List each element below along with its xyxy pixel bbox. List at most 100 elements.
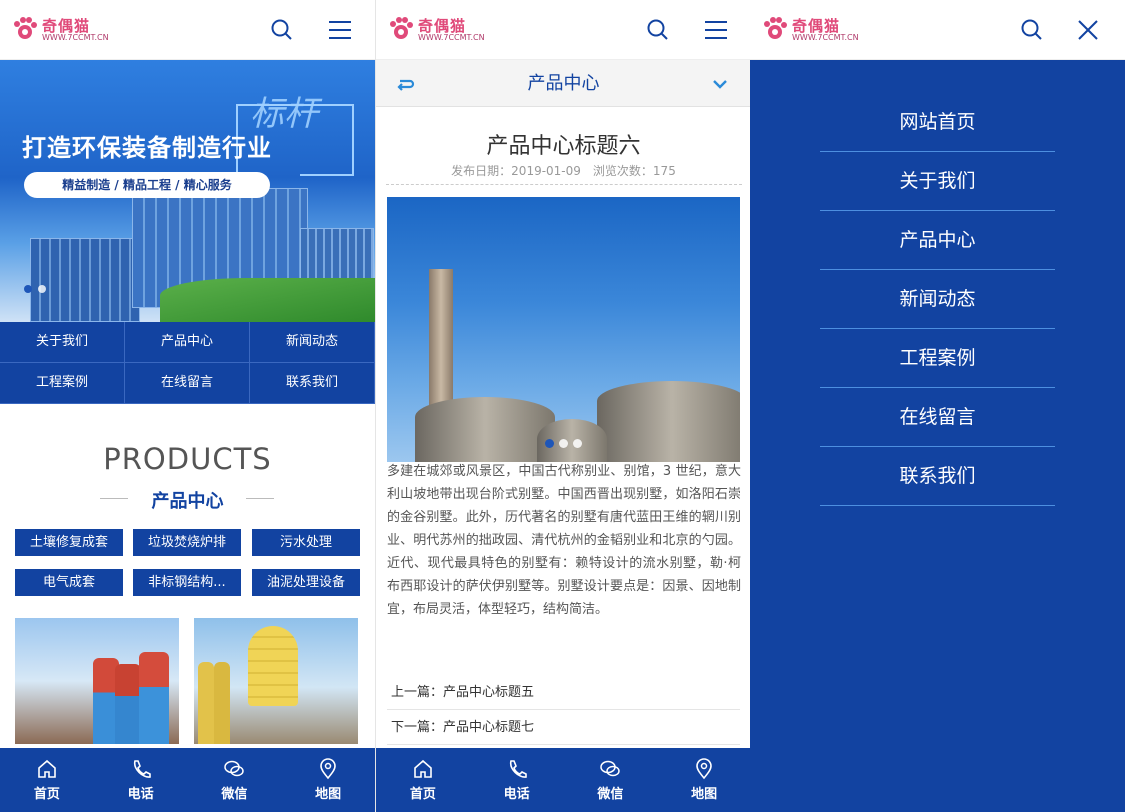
hamburger-icon: [329, 21, 351, 39]
menu-item-cases[interactable]: 工程案例: [820, 329, 1055, 388]
section-title-en: PRODUCTS: [103, 442, 272, 476]
product-thumbnail[interactable]: [15, 618, 179, 744]
search-icon: [1021, 19, 1042, 40]
phone-icon: [509, 760, 527, 778]
menu-item-home[interactable]: 网站首页: [820, 93, 1055, 152]
silo-image: [248, 626, 298, 706]
tank-image: [139, 652, 169, 744]
wechat-icon: [224, 760, 245, 777]
bottom-nav-phone[interactable]: 电话: [470, 748, 564, 812]
search-icon: [271, 19, 292, 40]
prev-article-link[interactable]: 上一篇：产品中心标题五: [387, 675, 740, 710]
search-icon: [647, 19, 668, 40]
bottom-nav-label: 电话: [127, 787, 154, 802]
bottom-nav-label: 地图: [691, 787, 718, 802]
home-icon: [414, 759, 432, 778]
logo-subtext: WWW.7CCMT.CN: [418, 33, 485, 42]
bottom-nav-phone[interactable]: 电话: [94, 748, 188, 812]
nav-about[interactable]: 关于我们: [0, 322, 125, 363]
menu-item-products[interactable]: 产品中心: [820, 211, 1055, 270]
logo[interactable]: 奇偶猫 WWW.7CCMT.CN: [762, 15, 859, 45]
search-button[interactable]: [268, 16, 296, 44]
product-detail-screen: 奇偶猫 WWW.7CCMT.CN 产品中心 产品中心标题六 发布日期：2019-…: [375, 0, 750, 812]
bottom-nav-map[interactable]: 地图: [281, 748, 375, 812]
paw-logo-icon: [764, 17, 787, 39]
menu-item-contact[interactable]: 联系我们: [820, 447, 1055, 506]
bottom-nav-label: 首页: [33, 787, 60, 802]
article-image[interactable]: [387, 197, 740, 462]
sub-header-title: 产品中心: [527, 73, 600, 94]
tank-image: [115, 664, 141, 744]
bottom-nav-map[interactable]: 地图: [657, 748, 750, 812]
bottom-nav-wechat[interactable]: 微信: [564, 748, 658, 812]
category-button[interactable]: 非标钢结构...: [133, 569, 241, 596]
carousel-dots: [545, 433, 587, 452]
menu-button[interactable]: [326, 16, 354, 44]
lawn-image: [160, 278, 375, 322]
nav-message[interactable]: 在线留言: [125, 363, 250, 404]
silo-image: [597, 381, 740, 462]
product-thumbnail[interactable]: [194, 618, 358, 744]
search-button[interactable]: [644, 16, 672, 44]
home-icon: [38, 759, 56, 778]
bottom-nav-label: 微信: [221, 787, 248, 802]
banner-headline: 打造环保装备制造行业: [22, 134, 272, 162]
banner-tagline: 精益制造 / 精品工程 / 精心服务: [24, 172, 270, 198]
category-button[interactable]: 油泥处理设备: [252, 569, 360, 596]
bottom-nav-label: 首页: [409, 787, 436, 802]
bottom-nav: 首页 电话 微信 地图: [376, 748, 750, 812]
nav-news[interactable]: 新闻动态: [250, 322, 375, 363]
next-article-link[interactable]: 下一篇：产品中心标题七: [387, 710, 740, 745]
category-button[interactable]: 污水处理: [252, 529, 360, 556]
logo[interactable]: 奇偶猫 WWW.7CCMT.CN: [388, 15, 485, 45]
nav-contact[interactable]: 联系我们: [250, 363, 375, 404]
logo-subtext: WWW.7CCMT.CN: [792, 33, 859, 42]
phone-icon: [133, 760, 151, 778]
carousel-dot[interactable]: [38, 285, 46, 293]
carousel-dot[interactable]: [24, 285, 32, 293]
hero-banner[interactable]: 标杆 打造环保装备制造行业 精益制造 / 精品工程 / 精心服务: [0, 60, 375, 322]
logo[interactable]: 奇偶猫 WWW.7CCMT.CN: [12, 15, 109, 45]
map-pin-icon: [320, 758, 336, 780]
bottom-nav: 首页 电话 微信 地图: [0, 748, 375, 812]
carousel-dot[interactable]: [545, 439, 554, 448]
side-menu: 网站首页 关于我们 产品中心 新闻动态 工程案例 在线留言 联系我们: [820, 93, 1055, 506]
bottom-nav-wechat[interactable]: 微信: [188, 748, 282, 812]
category-button[interactable]: 电气成套: [15, 569, 123, 596]
carousel-dots: [24, 278, 52, 297]
bottom-nav-label: 地图: [315, 787, 342, 802]
search-button[interactable]: [1018, 16, 1046, 44]
close-icon[interactable]: [1074, 16, 1102, 44]
bottom-nav-home[interactable]: 首页: [376, 748, 470, 812]
category-button[interactable]: 垃圾焚烧炉排: [133, 529, 241, 556]
carousel-dot[interactable]: [573, 439, 582, 448]
menu-item-news[interactable]: 新闻动态: [820, 270, 1055, 329]
article-title: 产品中心标题六: [486, 134, 641, 159]
publish-date: 发布日期：2019-01-09: [451, 164, 581, 178]
paw-logo-icon: [14, 17, 37, 39]
chevron-down-icon[interactable]: [710, 74, 730, 94]
side-menu-screen: 奇偶猫 WWW.7CCMT.CN 网站首页 关于我们 产品中心 新闻动态 工程案…: [750, 0, 1125, 812]
wechat-icon: [600, 760, 621, 777]
menu-item-about[interactable]: 关于我们: [820, 152, 1055, 211]
home-screen: 奇偶猫 WWW.7CCMT.CN 标杆 打造环保装备制造行业 精益制造 / 精品…: [0, 0, 375, 812]
carousel-dot[interactable]: [559, 439, 568, 448]
menu-item-message[interactable]: 在线留言: [820, 388, 1055, 447]
section-title-cn: 产品中心: [0, 487, 375, 513]
silo-image: [198, 662, 214, 744]
bottom-nav-home[interactable]: 首页: [0, 748, 94, 812]
divider: [386, 184, 742, 185]
map-pin-icon: [696, 758, 712, 780]
logo-subtext: WWW.7CCMT.CN: [42, 33, 109, 42]
bottom-nav-label: 电话: [503, 787, 530, 802]
silo-image: [415, 397, 555, 462]
menu-button[interactable]: [702, 16, 730, 44]
nav-products[interactable]: 产品中心: [125, 322, 250, 363]
article-body: 多建在城郊或风景区，中国古代称别业、别馆，3 世纪，意大利山坡地带出现台阶式别墅…: [387, 464, 741, 617]
quick-nav-grid: 关于我们 产品中心 新闻动态 工程案例 在线留言 联系我们: [0, 322, 375, 404]
nav-cases[interactable]: 工程案例: [0, 363, 125, 404]
header: 奇偶猫 WWW.7CCMT.CN: [376, 0, 750, 60]
category-button[interactable]: 土壤修复成套: [15, 529, 123, 556]
article-meta: 发布日期：2019-01-09 浏览次数：175: [376, 162, 750, 179]
sub-header: 产品中心: [376, 60, 750, 107]
